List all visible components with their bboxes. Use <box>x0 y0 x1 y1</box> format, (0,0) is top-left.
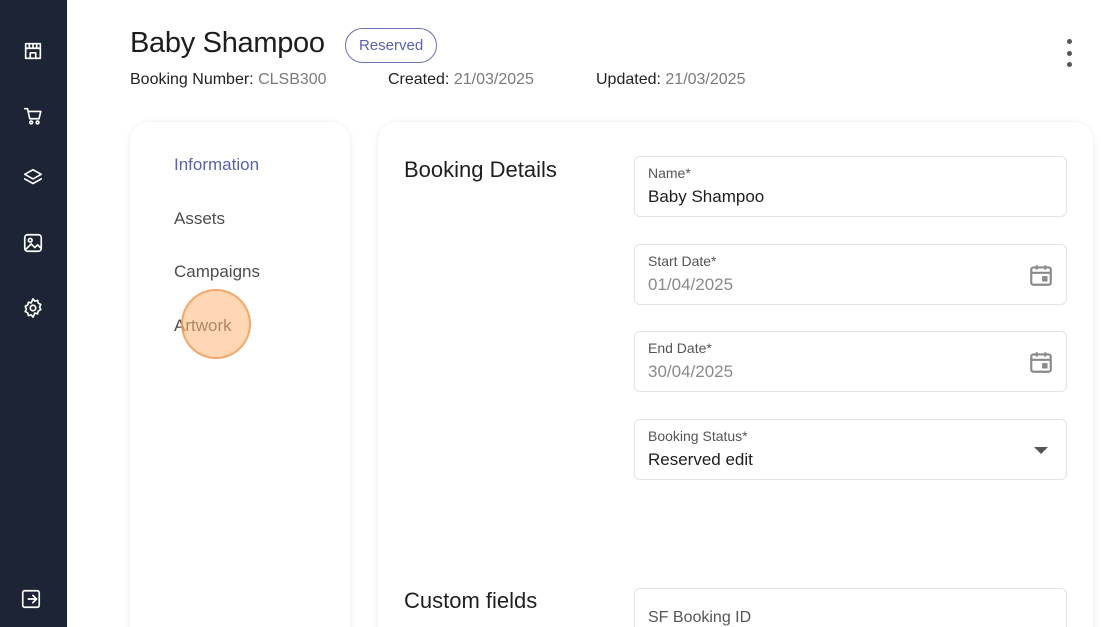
logout-icon[interactable] <box>19 587 43 611</box>
end-date-field[interactable]: End Date* 30/04/2025 <box>634 331 1067 392</box>
nav-artwork[interactable]: Artwork <box>174 316 232 336</box>
page-title: Baby Shampoo <box>130 27 325 59</box>
more-options-icon[interactable] <box>1059 39 1079 67</box>
name-field[interactable]: Name* Baby Shampoo <box>634 156 1067 217</box>
cart-icon[interactable] <box>21 104 45 128</box>
calendar-icon[interactable] <box>1028 262 1054 288</box>
image-icon[interactable] <box>21 231 45 255</box>
chevron-down-icon[interactable] <box>1034 447 1048 454</box>
calendar-icon[interactable] <box>1028 349 1054 375</box>
app-sidebar <box>0 0 67 627</box>
created-date: Created: 21/03/2025 <box>388 71 534 88</box>
status-badge: Reserved <box>345 28 438 63</box>
nav-information[interactable]: Information <box>174 155 259 175</box>
store-icon[interactable] <box>21 39 45 63</box>
start-date-field[interactable]: Start Date* 01/04/2025 <box>634 244 1067 305</box>
sf-booking-id-field[interactable]: SF Booking ID <box>634 588 1067 627</box>
section-nav-card: Information Assets Campaigns Artwork <box>130 122 350 627</box>
layers-icon[interactable] <box>21 166 45 190</box>
booking-details-title: Booking Details <box>404 157 557 182</box>
booking-status-select[interactable]: Booking Status* Reserved edit <box>634 419 1067 480</box>
nav-campaigns[interactable]: Campaigns <box>174 262 260 282</box>
updated-date: Updated: 21/03/2025 <box>596 71 746 88</box>
nav-assets[interactable]: Assets <box>174 209 225 229</box>
booking-number: Booking Number: CLSB300 <box>130 71 327 88</box>
custom-fields-title: Custom fields <box>404 588 538 613</box>
gear-icon[interactable] <box>21 296 45 320</box>
